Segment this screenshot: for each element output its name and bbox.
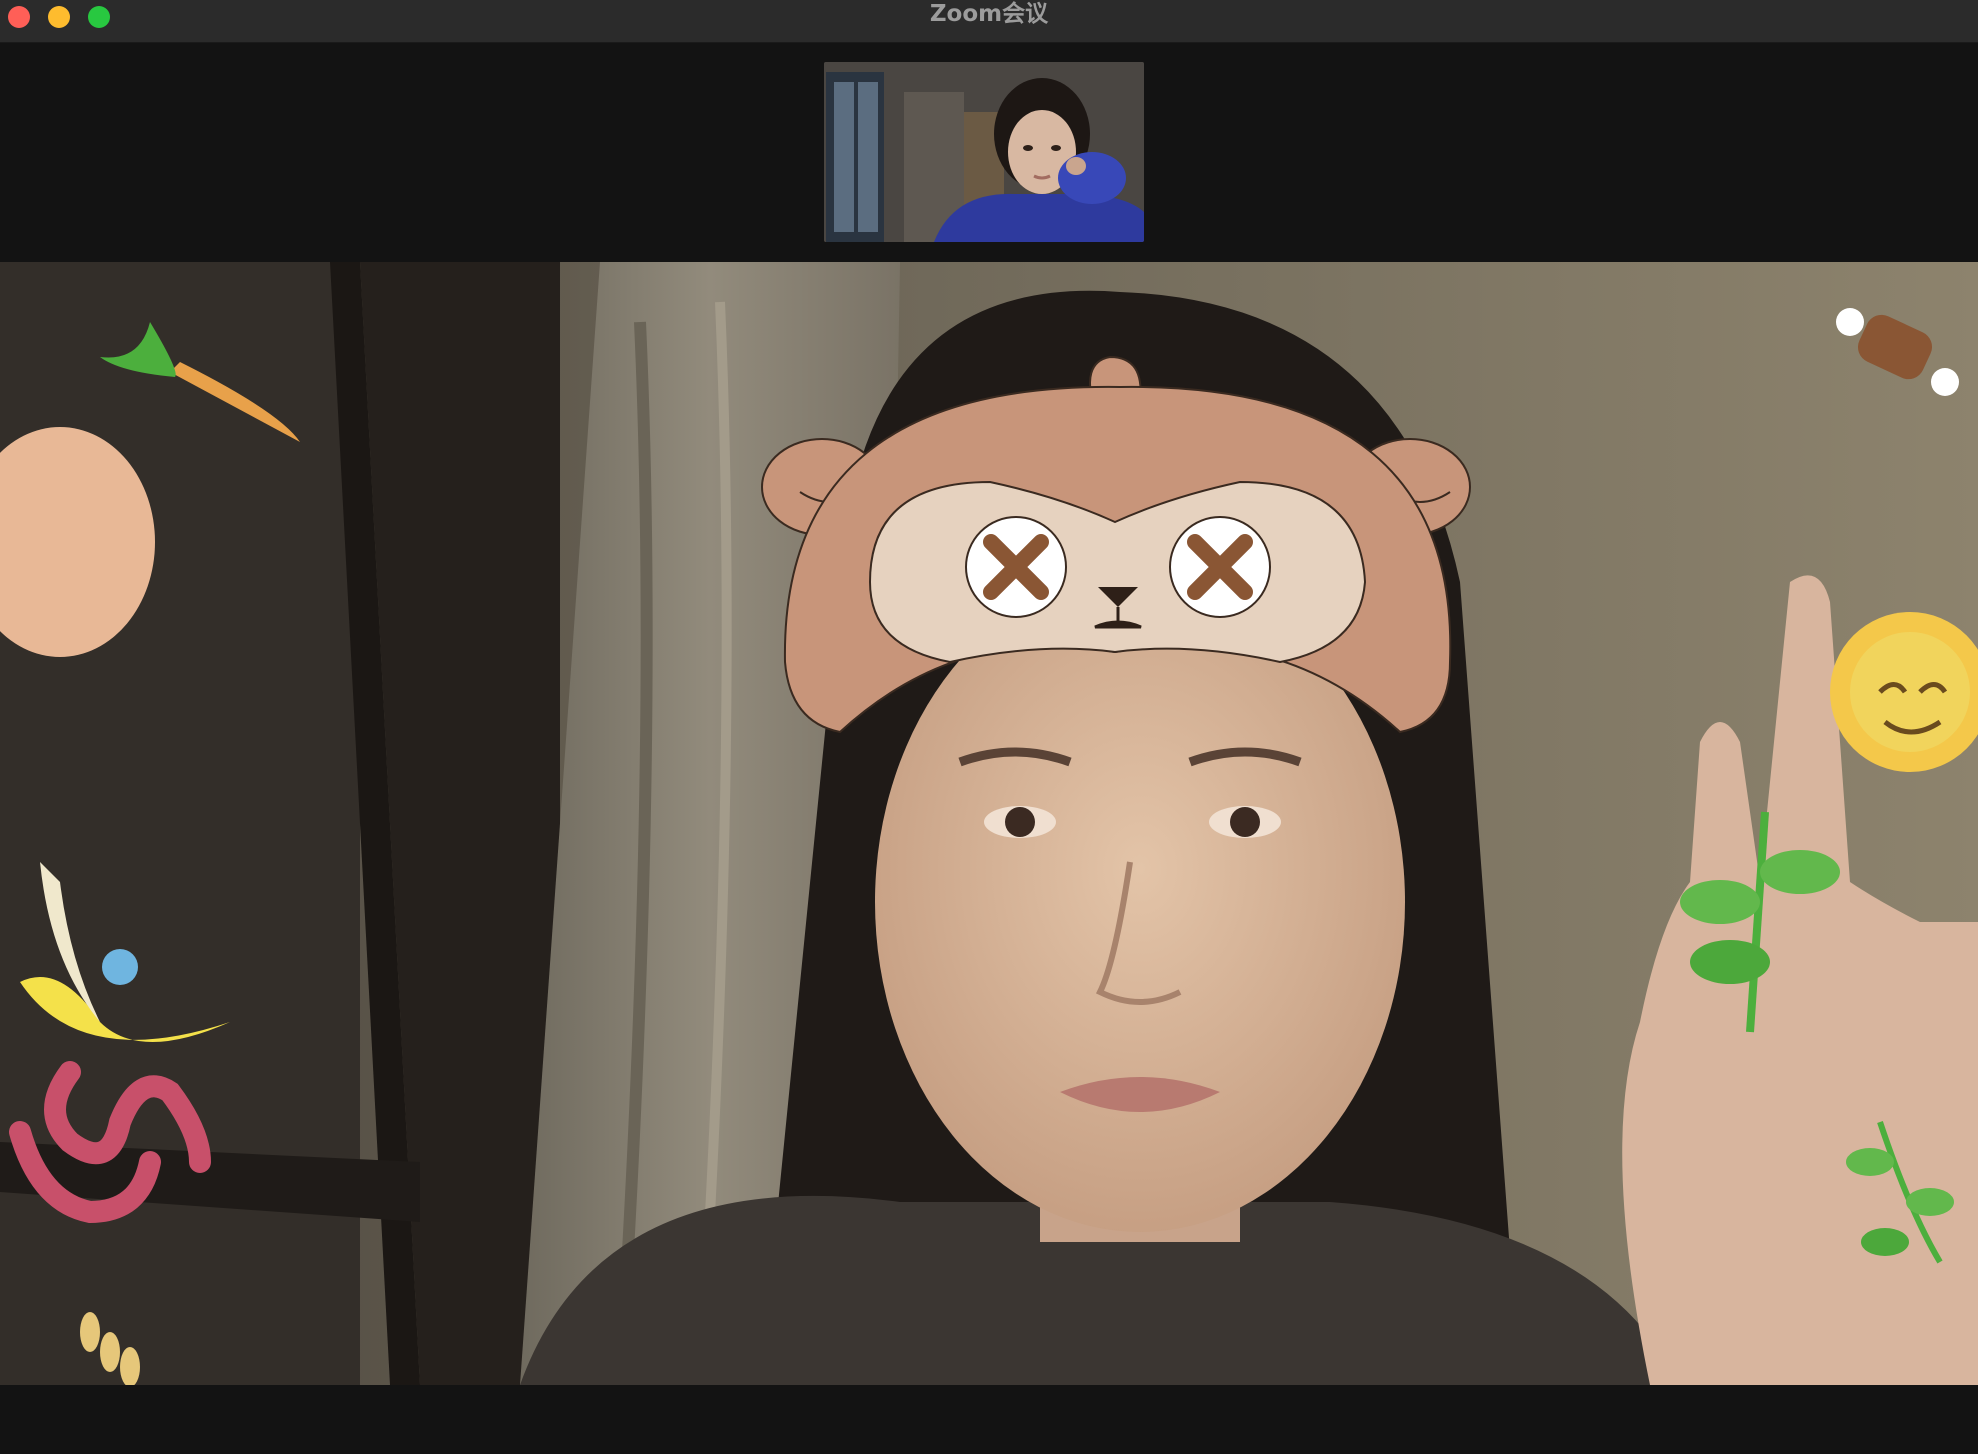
worm-icon [9, 1061, 211, 1224]
leaf-branch-icon [1846, 1121, 1954, 1264]
carrot-icon [100, 322, 300, 442]
egg-icon [0, 427, 155, 657]
self-view-thumbnail[interactable] [824, 62, 1144, 242]
window-title: Zoom会议 [929, 1, 1049, 27]
sprout-icon [1680, 811, 1840, 1033]
banana-icon [20, 862, 230, 1042]
wheat-icon [80, 1312, 140, 1385]
meat-bone-icon [1836, 308, 1959, 396]
bottom-toolbar-area [0, 1385, 1978, 1454]
main-video-view[interactable] [0, 262, 1978, 1385]
window-title-bar[interactable]: Zoom会议 [0, 0, 1978, 43]
sticker-layer [0, 308, 1978, 1385]
thumbnail-video [824, 62, 1144, 242]
sun-icon [1830, 612, 1978, 772]
